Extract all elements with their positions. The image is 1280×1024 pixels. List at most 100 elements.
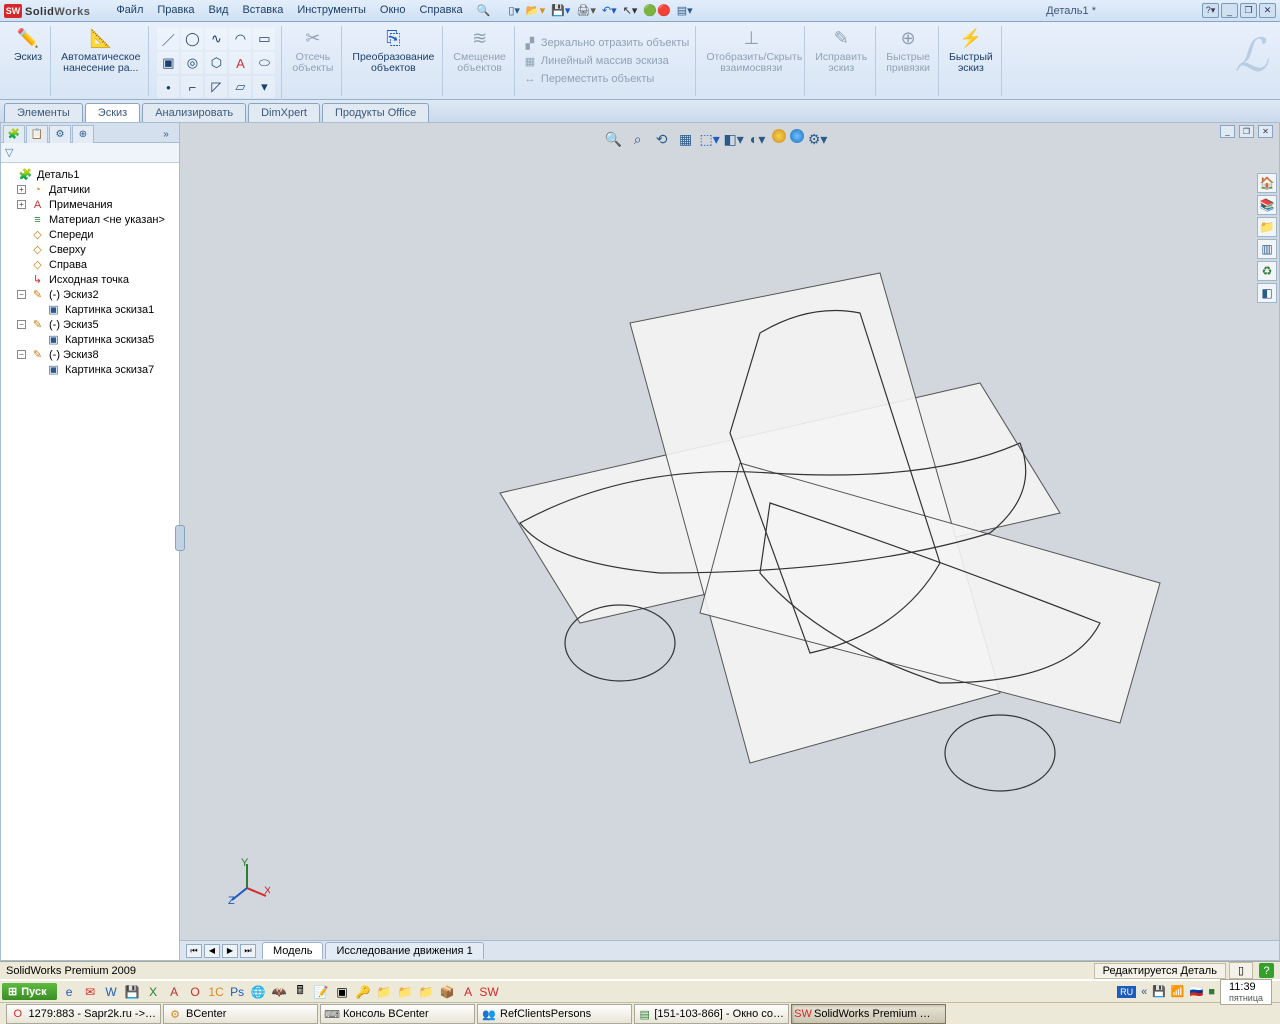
library-icon[interactable]: 📁 <box>1257 217 1277 237</box>
displaystyle-icon[interactable]: ◧▾ <box>724 129 744 149</box>
ql-acad-icon[interactable]: A <box>460 983 477 1000</box>
ql-rar-icon[interactable]: 📦 <box>439 983 456 1000</box>
minimize-button[interactable]: _ <box>1221 3 1238 18</box>
slot-icon[interactable]: ⬭ <box>253 52 275 74</box>
ql-folder3-icon[interactable]: 📁 <box>418 983 435 1000</box>
tree-top-plane[interactable]: ◇Сверху <box>3 242 177 257</box>
prevview-icon[interactable]: ⟲ <box>652 129 672 149</box>
sectionview-icon[interactable]: ▦ <box>676 129 696 149</box>
point-icon[interactable]: • <box>157 76 179 98</box>
tab-model[interactable]: Модель <box>262 942 323 959</box>
appearance-icon[interactable] <box>772 129 786 143</box>
tray-net-icon[interactable]: 📶 <box>1171 985 1185 998</box>
qat-select-icon[interactable]: ↖▾ <box>623 4 638 17</box>
menu-search-icon[interactable]: 🔍 <box>471 1 497 20</box>
ql-ie-icon[interactable]: e <box>61 983 78 1000</box>
tree-sketch-5-pic[interactable]: ▣Картинка эскиза5 <box>3 332 177 347</box>
scene-icon[interactable] <box>790 129 804 143</box>
tree-sketch-8[interactable]: −✎(-) Эскиз8 <box>3 347 177 362</box>
fillet-icon[interactable]: ⌐ <box>181 76 203 98</box>
home-icon[interactable]: 🏠 <box>1257 173 1277 193</box>
arc-icon[interactable]: ◠ <box>229 28 251 50</box>
rect-icon[interactable]: ▭ <box>253 28 275 50</box>
menu-window[interactable]: Окно <box>374 1 412 20</box>
tab-office[interactable]: Продукты Office <box>322 103 429 122</box>
qat-save-icon[interactable]: 💾▾ <box>551 4 570 17</box>
clock[interactable]: 11:39 пятница <box>1220 979 1272 1005</box>
task-bcenter-console[interactable]: ⌨Консоль BCenter <box>320 1004 475 1024</box>
circle-icon[interactable]: ◯ <box>181 28 203 50</box>
tray-usb-icon[interactable]: ■ <box>1208 986 1215 998</box>
ql-calc-icon[interactable]: 🖩 <box>292 983 309 1000</box>
tray-disk-icon[interactable]: 💾 <box>1152 985 1166 998</box>
tree-origin[interactable]: ↳Исходная точка <box>3 272 177 287</box>
ql-thebat-icon[interactable]: 🦇 <box>271 983 288 1000</box>
qat-print-icon[interactable]: 🖨▾ <box>576 4 596 17</box>
task-solidworks[interactable]: SWSolidWorks Premium … <box>791 1004 946 1024</box>
zoomfit-icon[interactable]: 🔍 <box>604 129 624 149</box>
tree-material[interactable]: ≡Материал <не указан> <box>3 212 177 227</box>
ribbon-convert-button[interactable]: ⎘ Преобразование объектов <box>344 26 443 96</box>
tab-first-icon[interactable]: ⏮ <box>186 944 202 958</box>
task-ticket[interactable]: ▤[151-103-866] - Окно со… <box>634 1004 789 1024</box>
task-refclients[interactable]: 👥RefClientsPersons <box>477 1004 632 1024</box>
ql-1c-icon[interactable]: 1C <box>208 983 225 1000</box>
appearances-icon[interactable]: ◧ <box>1257 283 1277 303</box>
task-bcenter[interactable]: ⚙BCenter <box>163 1004 318 1024</box>
qat-open-icon[interactable]: 📂▾ <box>526 4 545 17</box>
fm-tab-feature[interactable]: 🧩 <box>3 125 25 143</box>
tree-sketch-2-pic[interactable]: ▣Картинка эскиза1 <box>3 302 177 317</box>
start-button[interactable]: ⊞Пуск <box>2 983 57 1000</box>
ql-folder-icon[interactable]: 📁 <box>376 983 393 1000</box>
ql-access-icon[interactable]: A <box>166 983 183 1000</box>
ql-excel-icon[interactable]: X <box>145 983 162 1000</box>
zoomarea-icon[interactable]: ⌕ <box>628 129 648 149</box>
qat-traffic-icon[interactable]: 🟢🔴 <box>643 4 670 17</box>
tab-motion-study[interactable]: Исследование движения 1 <box>325 942 483 959</box>
ql-chrome-icon[interactable]: 🌐 <box>250 983 267 1000</box>
fm-filter[interactable]: ▽ <box>1 143 179 163</box>
tree-root[interactable]: 🧩Деталь1 <box>3 167 177 182</box>
ql-term-icon[interactable]: ▣ <box>334 983 351 1000</box>
lang-indicator[interactable]: RU <box>1117 986 1136 998</box>
fm-tab-config[interactable]: ⚙ <box>49 125 71 143</box>
spline-icon[interactable]: ∿ <box>205 28 227 50</box>
tray-flag-icon[interactable]: 🇷🇺 <box>1190 985 1204 998</box>
tab-prev-icon[interactable]: ◀ <box>204 944 220 958</box>
tab-evaluate[interactable]: Анализировать <box>142 103 246 122</box>
tree-sketch-8-pic[interactable]: ▣Картинка эскиза7 <box>3 362 177 377</box>
menu-edit[interactable]: Правка <box>151 1 200 20</box>
ribbon-rapid-button[interactable]: ⚡ Быстрый эскиз <box>941 26 1002 96</box>
ql-save-icon[interactable]: 💾 <box>124 983 141 1000</box>
ribbon-smartdim-button[interactable]: 📐 Автоматическое нанесение ра... <box>53 26 149 96</box>
ql-ps-icon[interactable]: Ps <box>229 983 246 1000</box>
menu-tools[interactable]: Инструменты <box>291 1 372 20</box>
menu-file[interactable]: Файл <box>110 1 149 20</box>
fm-tab-property[interactable]: 📋 <box>26 125 48 143</box>
feature-tree[interactable]: 🧩Деталь1 +◔Датчики +AПримечания ≡Материа… <box>1 163 179 960</box>
more-icon[interactable]: ▾ <box>253 76 275 98</box>
tab-sketch[interactable]: Эскиз <box>85 103 140 122</box>
ql-word-icon[interactable]: W <box>103 983 120 1000</box>
ql-notes-icon[interactable]: 📝 <box>313 983 330 1000</box>
graphics-viewport[interactable]: _ ❐ ✕ 🔍 ⌕ ⟲ ▦ ⬚▾ ◧▾ ◐▾ ⚙▾ 🏠 📚 📁 ▥ ♻ ◧ <box>180 122 1280 961</box>
status-help-icon[interactable]: ? <box>1259 963 1274 978</box>
ql-key-icon[interactable]: 🔑 <box>355 983 372 1000</box>
explorer-icon[interactable]: ▥ <box>1257 239 1277 259</box>
tree-right-plane[interactable]: ◇Справа <box>3 257 177 272</box>
menu-help[interactable]: Справка <box>413 1 468 20</box>
resources-icon[interactable]: 📚 <box>1257 195 1277 215</box>
ql-oe-icon[interactable]: ✉ <box>82 983 99 1000</box>
status-units-icon[interactable]: ▯ <box>1229 962 1253 979</box>
fm-tab-dimxpert[interactable]: ⊕ <box>72 125 94 143</box>
centerrect-icon[interactable]: ▣ <box>157 52 179 74</box>
close-button[interactable]: ✕ <box>1259 3 1276 18</box>
hideshow-icon[interactable]: ◐▾ <box>748 129 768 149</box>
restore-button[interactable]: ❐ <box>1240 3 1257 18</box>
polygon-icon[interactable]: ⬡ <box>205 52 227 74</box>
ql-sw-icon[interactable]: SW <box>481 983 498 1000</box>
qat-layers-icon[interactable]: ▤▾ <box>677 4 693 17</box>
chamfer-icon[interactable]: ◸ <box>205 76 227 98</box>
tab-features[interactable]: Элементы <box>4 103 83 122</box>
fm-collapse-icon[interactable]: » <box>155 125 177 143</box>
